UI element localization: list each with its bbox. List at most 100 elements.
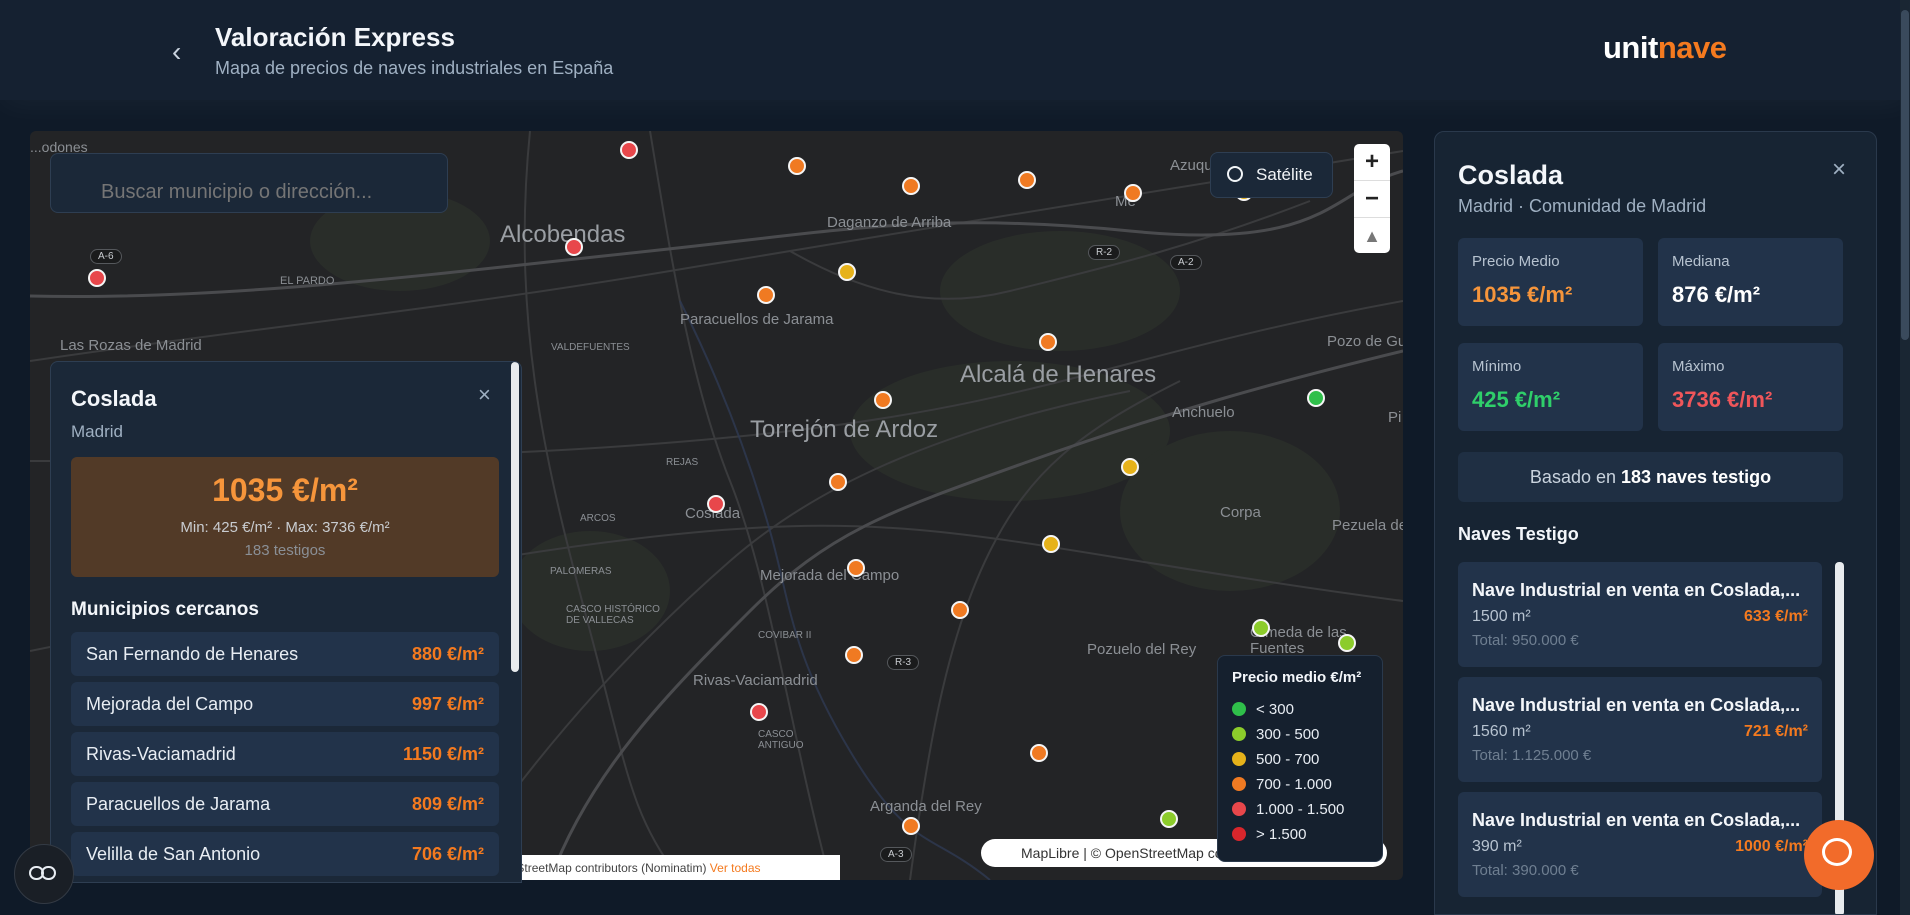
price-marker[interactable] <box>750 703 768 721</box>
page-scrollbar-thumb[interactable] <box>1901 10 1909 340</box>
place-label: Mejorada del Campo <box>760 567 900 584</box>
legend-label: > 1.500 <box>1256 826 1307 843</box>
price-marker[interactable] <box>838 263 856 281</box>
place-label: Alcalá de Henares <box>960 361 1157 388</box>
legend-label: 700 - 1.000 <box>1256 776 1332 793</box>
view-all-link[interactable]: Ver todas <box>710 861 761 875</box>
nearby-item[interactable]: Mejorada del Campo 997 €/m² <box>71 682 499 726</box>
price-marker[interactable] <box>1018 171 1036 189</box>
card-area: 390 m² <box>1472 838 1522 855</box>
price-marker[interactable] <box>1124 184 1142 202</box>
satellite-toggle-button[interactable]: Satélite <box>1210 152 1333 198</box>
road-shield: R-3 <box>887 655 920 670</box>
zoom-controls: + − ▲ <box>1354 144 1390 253</box>
search-input[interactable] <box>50 153 448 213</box>
place-label: Pi <box>1388 409 1402 426</box>
stat-label: Mediana <box>1672 253 1730 270</box>
legend-title: Precio medio €/m² <box>1232 669 1362 686</box>
based-prefix: Basado en <box>1529 467 1621 487</box>
price-marker[interactable] <box>1252 619 1270 637</box>
legend-item: 300 - 500 <box>1232 726 1319 743</box>
chevron-left-icon[interactable]: ‹ <box>172 38 181 66</box>
municipality-popup: Coslada Madrid × 1035 €/m² Min: 425 €/m²… <box>50 361 522 883</box>
price-marker[interactable] <box>829 473 847 491</box>
price-marker[interactable] <box>565 238 583 256</box>
price-marker[interactable] <box>1042 535 1060 553</box>
osm-link[interactable]: OpenStreetMap <box>1105 845 1204 861</box>
compass-icon[interactable]: ▲ <box>1354 218 1390 254</box>
road-shield: A-3 <box>880 847 912 862</box>
card-title: Nave Industrial en venta en Coslada,... <box>1472 580 1801 600</box>
app-header: ‹ Valoración Express Mapa de precios de … <box>0 0 1910 100</box>
close-icon[interactable]: × <box>1832 156 1846 184</box>
nearby-price: 809 €/m² <box>411 794 484 814</box>
card-price: 721 €/m² <box>1743 723 1808 740</box>
price-marker[interactable] <box>788 157 806 175</box>
place-label: ARCOS <box>580 513 616 524</box>
nearby-item[interactable]: Rivas-Vaciamadrid 1150 €/m² <box>71 732 499 776</box>
place-label: PALOMERAS <box>550 566 612 577</box>
legend-item: 700 - 1.000 <box>1232 776 1332 793</box>
road-shield: R-2 <box>1088 245 1121 260</box>
testigos-count: 183 testigos <box>244 542 326 559</box>
place-label: CASCO ANTIGUO <box>758 729 804 751</box>
price-marker[interactable] <box>1030 744 1048 762</box>
price-marker[interactable] <box>1121 458 1139 476</box>
price-marker[interactable] <box>1338 634 1356 652</box>
logo-part2: nave <box>1657 30 1727 65</box>
price-marker[interactable] <box>1039 333 1057 351</box>
testigo-card[interactable]: Nave Industrial en venta en Coslada,... … <box>1458 677 1822 782</box>
place-label: EL PARDO <box>280 275 335 287</box>
legend-swatch <box>1232 752 1246 766</box>
place-label: VALDEFUENTES <box>551 342 630 353</box>
card-total: Total: 950.000 € <box>1472 632 1579 649</box>
legend-item: < 300 <box>1232 701 1294 718</box>
zoom-out-button[interactable]: − <box>1354 181 1390 218</box>
place-label: Daganzo de Arriba <box>827 214 952 231</box>
satellite-label: Satélite <box>1256 165 1313 184</box>
place-label: Torrejón de Ardoz <box>750 416 939 443</box>
attribution-separator: | © <box>1079 845 1105 861</box>
nearby-item[interactable]: Velilla de San Antonio 706 €/m² <box>71 832 499 876</box>
nearby-item[interactable]: San Fernando de Henares 880 €/m² <box>71 632 499 676</box>
zoom-in-button[interactable]: + <box>1354 144 1390 181</box>
cookie-settings-button[interactable] <box>14 844 74 904</box>
stat-value: 1035 €/m² <box>1472 282 1573 307</box>
price-marker[interactable] <box>1307 389 1325 407</box>
page-scrollbar[interactable] <box>1900 0 1910 915</box>
price-marker[interactable] <box>757 286 775 304</box>
price-marker[interactable] <box>845 646 863 664</box>
price-marker[interactable] <box>902 177 920 195</box>
testigo-card[interactable]: Nave Industrial en venta en Coslada,... … <box>1458 562 1822 667</box>
maplibre-link[interactable]: MapLibre <box>1021 845 1079 861</box>
close-icon[interactable]: × <box>478 382 491 408</box>
nearby-item[interactable]: Paracuellos de Jarama 809 €/m² <box>71 782 499 826</box>
price-marker[interactable] <box>707 495 725 513</box>
price-marker[interactable] <box>902 817 920 835</box>
price-marker[interactable] <box>847 559 865 577</box>
nearby-price: 1150 €/m² <box>402 744 484 764</box>
average-price: 1035 €/m² <box>212 472 358 508</box>
chat-button[interactable] <box>1804 820 1874 890</box>
price-marker[interactable] <box>874 391 892 409</box>
testigo-card[interactable]: Nave Industrial en venta en Coslada,... … <box>1458 792 1822 897</box>
logo[interactable]: unitnave <box>1603 30 1727 66</box>
price-marker[interactable] <box>951 601 969 619</box>
card-area: 1500 m² <box>1472 608 1531 625</box>
price-marker[interactable] <box>620 141 638 159</box>
popup-scrollbar[interactable] <box>511 362 519 672</box>
place-label: Arganda del Rey <box>870 798 982 815</box>
nearby-name: San Fernando de Henares <box>86 644 299 664</box>
testigo-title: Naves Testigo <box>1458 524 1579 544</box>
cookie-icon <box>41 866 56 880</box>
legend-label: 500 - 700 <box>1256 751 1320 768</box>
legend-swatch <box>1232 777 1246 791</box>
price-marker[interactable] <box>88 269 106 287</box>
nearby-title: Municipios cercanos <box>71 599 259 620</box>
road-shield: A-2 <box>1170 255 1202 270</box>
nearby-price: 706 €/m² <box>411 844 484 864</box>
place-label: CASCO HISTÓRICO DE VALLECAS <box>566 604 660 626</box>
based-count: 183 naves testigo <box>1621 467 1772 487</box>
legend-label: 300 - 500 <box>1256 726 1320 743</box>
price-marker[interactable] <box>1160 810 1178 828</box>
